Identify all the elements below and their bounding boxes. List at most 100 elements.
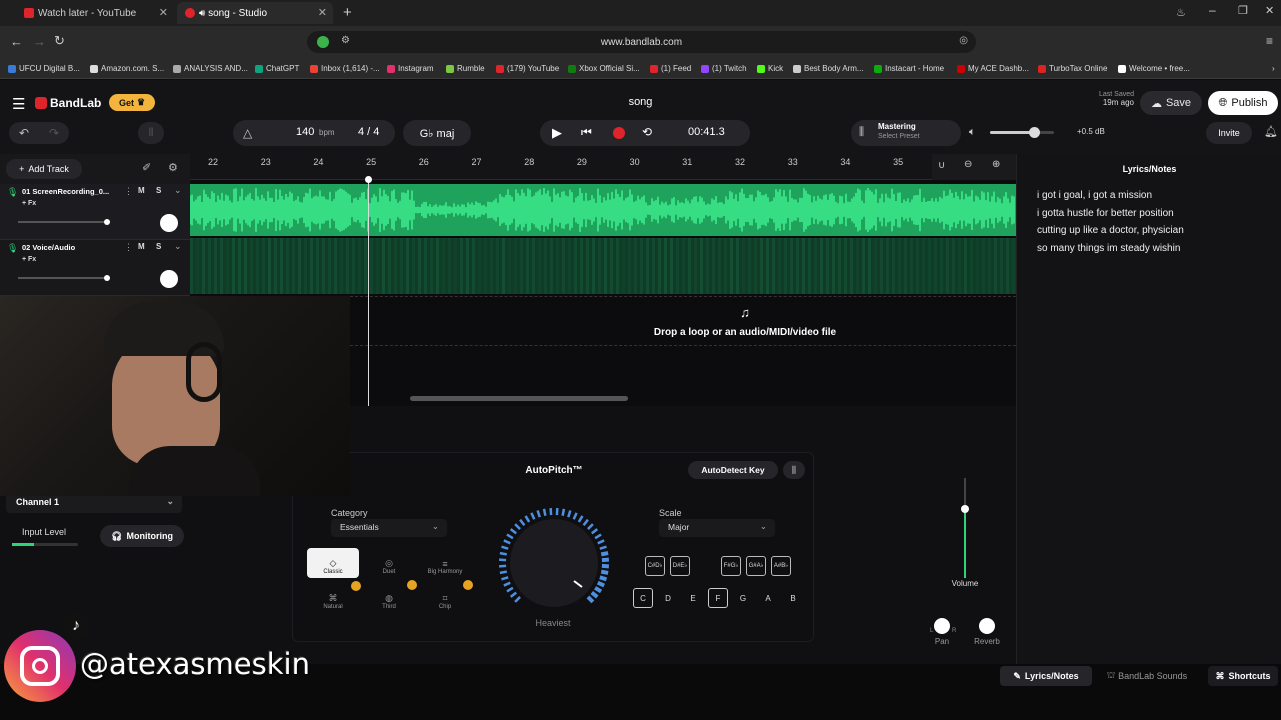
track-row[interactable]: 🎙︎ 02 Voice/Audio ⋮ M S ⌄ + Fx: [0, 240, 190, 296]
settings-sliders-icon[interactable]: ⫼: [783, 461, 805, 479]
settings-icon[interactable]: ⚙: [168, 161, 178, 174]
reverb-knob[interactable]: [979, 618, 995, 634]
category-duet[interactable]: ◎ Duet: [363, 548, 415, 578]
save-button[interactable]: ☁ Save: [1140, 91, 1202, 115]
bandlab-sounds-tab[interactable]: ⛫ BandLab Sounds: [1097, 666, 1197, 686]
mute-button[interactable]: M: [138, 242, 145, 251]
scale-key-natural[interactable]: A: [758, 588, 778, 608]
bookmark-item[interactable]: (1) Feed: [650, 64, 691, 73]
bookmark-item[interactable]: Amazon.com. S...: [90, 64, 164, 73]
pan-knob[interactable]: [160, 214, 178, 232]
shortcuts-button[interactable]: ⌘ Shortcuts: [1208, 666, 1278, 686]
waveform-track-2[interactable]: [190, 238, 1016, 294]
scale-select[interactable]: Major ⌄: [659, 519, 775, 537]
fader-knob[interactable]: [961, 505, 969, 513]
add-track-button[interactable]: + Add Track: [6, 159, 82, 179]
mute-button[interactable]: M: [138, 186, 145, 195]
record-icon[interactable]: [613, 127, 625, 139]
skip-back-icon[interactable]: ⏮: [581, 125, 592, 140]
back-icon[interactable]: ←: [10, 34, 23, 49]
lyrics-editor[interactable]: i got i goal, i got a mission i gotta hu…: [1037, 190, 1267, 260]
maximize-icon[interactable]: ❐: [1238, 4, 1248, 17]
bpm-value[interactable]: 140: [296, 126, 314, 138]
scale-key-sharp[interactable]: F# G♭: [721, 556, 741, 576]
tab-watch-later[interactable]: Watch later - YouTube ✕: [16, 2, 174, 24]
scale-key-sharp[interactable]: A# B♭: [771, 556, 791, 576]
track-volume-slider[interactable]: [18, 219, 110, 225]
bookmark-item[interactable]: (179) YouTube: [496, 64, 559, 73]
bookmark-item[interactable]: Kick: [757, 64, 783, 73]
magnet-icon[interactable]: ∪: [938, 160, 945, 171]
lyrics-notes-tab[interactable]: ✎ Lyrics/Notes: [1000, 666, 1092, 686]
track-name[interactable]: 02 Voice/Audio: [22, 243, 75, 252]
loop-icon[interactable]: ⟲: [642, 125, 652, 139]
scale-key-natural[interactable]: B: [783, 588, 803, 608]
more-icon[interactable]: ⋮: [124, 186, 133, 197]
fx-button[interactable]: + Fx: [22, 256, 36, 263]
track-volume-slider[interactable]: [18, 275, 110, 281]
bookmark-item[interactable]: TurboTax Online: [1038, 64, 1107, 73]
hamburger-menu-icon[interactable]: ☰: [12, 95, 25, 113]
category-select[interactable]: Essentials ⌄: [331, 519, 447, 537]
bookmark-item[interactable]: Xbox Official Si...: [568, 64, 640, 73]
scale-key-sharp[interactable]: C# D♭: [645, 556, 665, 576]
forward-icon[interactable]: →: [33, 34, 46, 49]
solo-button[interactable]: S: [156, 186, 161, 195]
category-big-harmony[interactable]: ≡ Big Harmony: [419, 548, 471, 578]
master-volume-slider[interactable]: [990, 127, 1054, 138]
bookmark-item[interactable]: Instagram: [387, 64, 434, 73]
playhead-handle[interactable]: [365, 176, 372, 183]
bookmark-item[interactable]: Instacart - Home: [874, 64, 944, 73]
bookmark-item[interactable]: UFCU Digital B...: [8, 64, 80, 73]
wallet-icon[interactable]: ◎: [959, 35, 968, 46]
more-icon[interactable]: ⋮: [124, 242, 133, 253]
bandlab-logo[interactable]: BandLab: [35, 96, 101, 110]
horizontal-scrollbar[interactable]: [410, 396, 628, 401]
timeline-ruler[interactable]: ∪ ⊖ ⊕ 22 23 24 25 26 27 28 29 30 31 32 33 34 35: [190, 154, 1016, 180]
zoom-out-icon[interactable]: ⊖: [964, 159, 972, 170]
mastering-button[interactable]: ⫼ Mastering Select Preset: [851, 120, 961, 146]
instruments-icon[interactable]: ⦀: [138, 122, 164, 144]
url-field[interactable]: ⚙ www.bandlab.com ◎: [307, 31, 976, 53]
undo-icon[interactable]: ↶: [19, 126, 29, 140]
scale-key-natural[interactable]: D: [658, 588, 678, 608]
category-third[interactable]: ◍ Third: [363, 583, 415, 613]
minimize-icon[interactable]: –: [1209, 3, 1216, 17]
volume-fader[interactable]: [948, 478, 984, 578]
scale-key-natural[interactable]: F: [708, 588, 728, 608]
volume-icon[interactable]: 🔈︎: [969, 126, 976, 139]
drop-zone[interactable]: ♫ Drop a loop or an audio/MIDI/video fil…: [350, 296, 1016, 346]
track-name[interactable]: 01 ScreenRecording_0...: [22, 187, 109, 196]
bookmarks-overflow-icon[interactable]: ›: [1272, 64, 1275, 73]
bookmark-item[interactable]: (1) Twitch: [701, 64, 747, 73]
slider-knob[interactable]: [104, 275, 110, 281]
key-button[interactable]: G♭ maj: [403, 120, 471, 146]
pan-knob[interactable]: [160, 270, 178, 288]
track-row[interactable]: 🎙︎ 01 ScreenRecording_0... ⋮ M S ⌄ + Fx: [0, 184, 190, 240]
new-tab-icon[interactable]: +: [343, 4, 352, 21]
slider-knob[interactable]: [104, 219, 110, 225]
bell-icon[interactable]: 🔔︎: [1264, 125, 1278, 138]
master-volume-knob[interactable]: [1028, 127, 1040, 138]
scale-key-sharp[interactable]: D# E♭: [670, 556, 690, 576]
channel-select[interactable]: Channel 1 ⌄: [6, 493, 182, 513]
bookmark-item[interactable]: Welcome • free...: [1118, 64, 1190, 73]
metronome-icon[interactable]: △: [243, 126, 252, 140]
redo-icon[interactable]: ↷: [49, 126, 59, 140]
bookmark-item[interactable]: ChatGPT: [255, 64, 299, 73]
tools-icon[interactable]: ✐: [142, 161, 151, 174]
site-settings-icon[interactable]: ⚙: [341, 35, 350, 46]
tab-song-studio[interactable]: 🔊︎ song - Studio ✕: [177, 2, 333, 24]
solo-button[interactable]: S: [156, 242, 161, 251]
waveform-track-1[interactable]: [190, 184, 1016, 236]
menu-icon[interactable]: ≡: [1266, 34, 1273, 48]
close-icon[interactable]: ✕: [159, 6, 168, 19]
chevron-down-icon[interactable]: ⌄: [174, 185, 182, 196]
zoom-in-icon[interactable]: ⊕: [992, 159, 1000, 170]
get-button[interactable]: Get ♛: [109, 94, 155, 111]
close-window-icon[interactable]: ✕: [1265, 4, 1274, 17]
bookmark-item[interactable]: ANALYSIS AND...: [173, 64, 248, 73]
bookmark-item[interactable]: Best Body Arm...: [793, 64, 864, 73]
playhead[interactable]: [368, 180, 369, 406]
play-icon[interactable]: ▶: [552, 125, 562, 141]
